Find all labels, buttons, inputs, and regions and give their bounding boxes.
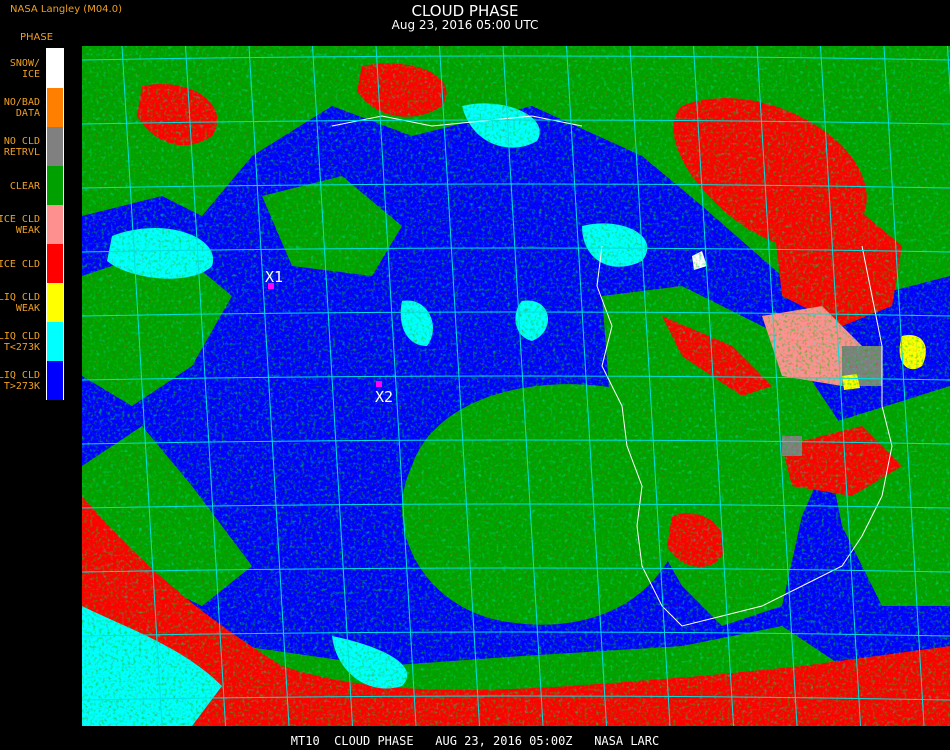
- producer-label: NASA Langley (M04.0): [10, 4, 122, 15]
- legend-swatch-ice-cld: [47, 244, 63, 283]
- legend-label-snow-ice: SNOW/ ICE: [9, 58, 40, 80]
- legend-swatch-snow-ice: [47, 49, 63, 88]
- legend-swatch-liq-cld-weak: [47, 283, 63, 322]
- phase-field: [82, 46, 950, 726]
- marker-x2-label: X2: [375, 388, 393, 406]
- legend-label-liq-cld-warm: LIQ CLD T>273K: [0, 370, 40, 392]
- legend-swatch-liq-cld-cold: [47, 322, 63, 361]
- legend-label-clear: CLEAR: [9, 181, 40, 192]
- marker-x1-label: X1: [265, 268, 283, 286]
- legend-swatch-no-cld-retrvl: [47, 127, 63, 166]
- legend-label-no-cld-retrvl: NO CLD RETRVL: [3, 136, 40, 158]
- legend-heading: PHASE: [20, 32, 54, 43]
- legend-label-liq-cld-weak: LIQ CLD WEAK: [0, 292, 40, 314]
- legend-label-ice-cld-weak: ICE CLD WEAK: [0, 214, 40, 236]
- legend-label-no-bad-data: NO/BAD DATA: [3, 97, 40, 119]
- marker-x1[interactable]: X1: [265, 268, 283, 289]
- legend-label-ice-cld: ICE CLD: [0, 259, 40, 270]
- legend-swatch-no-bad-data: [47, 88, 63, 127]
- legend-color-bar: [46, 48, 64, 400]
- footer-caption: MT10 CLOUD PHASE AUG 23, 2016 05:00Z NAS…: [290, 734, 660, 748]
- cloud-phase-map[interactable]: X1 X2: [82, 46, 950, 726]
- legend-swatch-liq-cld-warm: [47, 361, 63, 400]
- legend-swatch-clear: [47, 166, 63, 205]
- map-timestamp: Aug 23, 2016 05:00 UTC: [391, 18, 539, 32]
- legend-swatch-ice-cld-weak: [47, 205, 63, 244]
- marker-x2-dot: [376, 381, 382, 387]
- legend-label-liq-cld-cold: LIQ CLD T<273K: [0, 331, 40, 353]
